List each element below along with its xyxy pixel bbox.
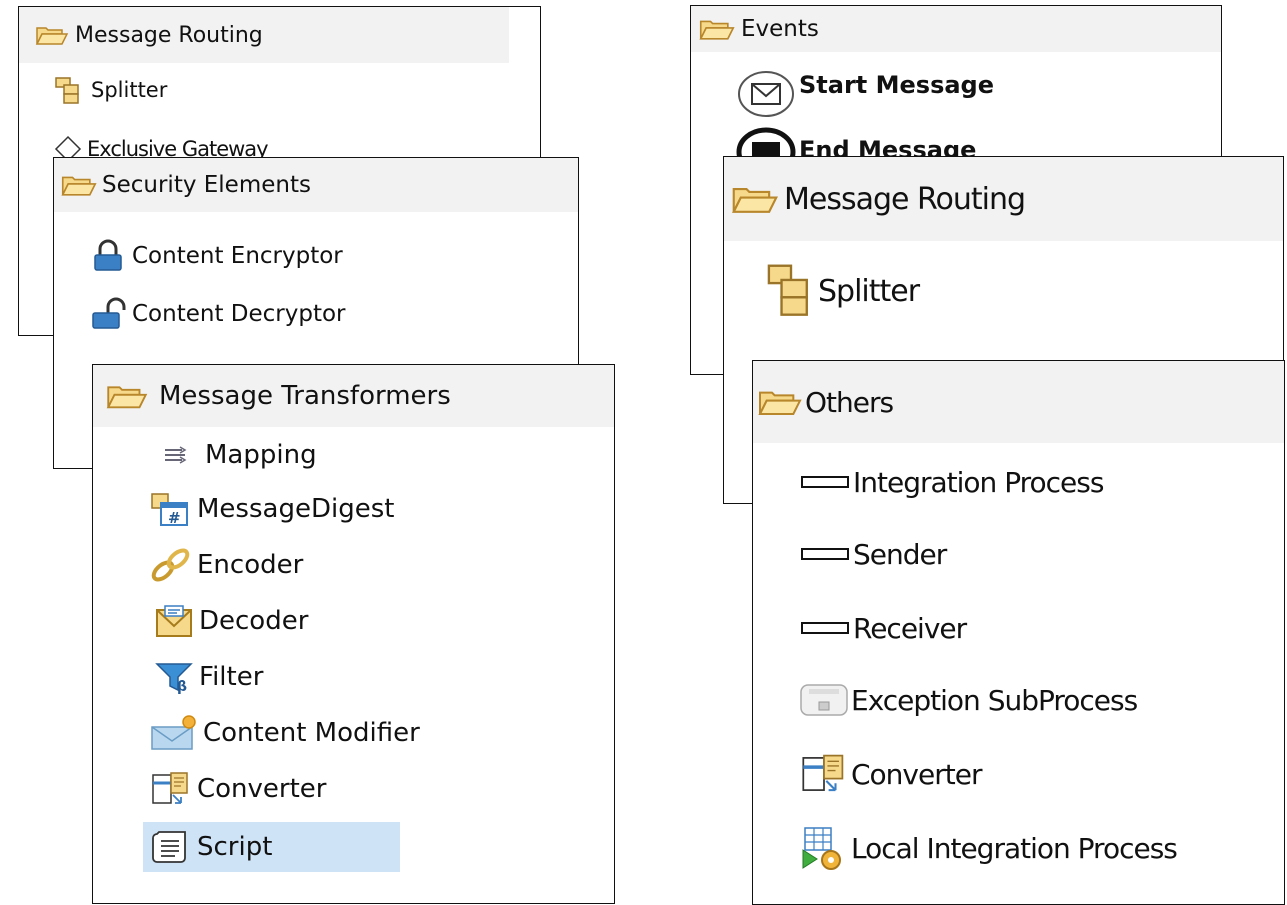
drawer-header-label: Security Elements xyxy=(102,172,311,198)
drawer-header-label: Message Routing xyxy=(75,22,263,48)
palette-item-content-decryptor[interactable]: Content Decryptor xyxy=(54,294,578,334)
drawer-header-label: Message Routing xyxy=(784,181,1026,217)
script-icon xyxy=(149,827,193,867)
palette-item-splitter[interactable]: Splitter xyxy=(724,261,1283,321)
palette-item-filter[interactable]: β Filter xyxy=(93,653,614,701)
start-message-icon xyxy=(735,64,797,120)
drawer-header-others[interactable]: Others xyxy=(753,361,1284,443)
folder-open-icon xyxy=(730,182,780,216)
palette-item-label: Receiver xyxy=(853,611,967,645)
palette-item-label: Local Integration Process xyxy=(851,831,1178,865)
drawer-header-label: Message Transformers xyxy=(159,381,451,411)
drawer-header-message-routing[interactable]: Message Routing xyxy=(19,7,509,63)
drawer-header-message-transformers[interactable]: Message Transformers xyxy=(93,365,614,427)
palette-item-label: Splitter xyxy=(818,273,920,309)
svg-text:β: β xyxy=(177,679,187,695)
drawer-header-events[interactable]: Events xyxy=(691,6,1221,52)
palette-item-start-message[interactable]: Start Message xyxy=(691,62,1221,122)
palette-item-content-encryptor[interactable]: Content Encryptor xyxy=(54,236,578,276)
palette-item-label: Converter xyxy=(851,757,982,791)
drawer-header-label: Others xyxy=(805,385,894,419)
palette-item-label: Decoder xyxy=(199,606,309,636)
palette-item-converter[interactable]: Converter xyxy=(93,765,614,813)
pool-icon xyxy=(799,544,851,564)
drawer-header-message-routing[interactable]: Message Routing xyxy=(724,157,1283,241)
exception-subprocess-icon xyxy=(797,680,851,720)
palette-item-label: Mapping xyxy=(205,440,317,470)
palette-item-label: MessageDigest xyxy=(197,494,395,524)
message-digest-icon: # xyxy=(149,490,193,528)
converter-icon xyxy=(797,751,851,797)
palette-item-decoder[interactable]: Decoder xyxy=(93,597,614,645)
splitter-icon xyxy=(764,261,818,321)
palette-item-local-integration-process[interactable]: Local Integration Process xyxy=(753,821,1284,875)
palette-item-sender[interactable]: Sender xyxy=(753,529,1284,579)
palette-item-mapping[interactable]: Mapping xyxy=(93,431,614,479)
mapping-icon xyxy=(155,444,195,466)
content-modifier-icon xyxy=(149,713,199,753)
palette-item-receiver[interactable]: Receiver xyxy=(753,603,1284,653)
drawer-header-label: Events xyxy=(741,16,819,42)
drawer-header-security-elements[interactable]: Security Elements xyxy=(54,158,578,212)
palette-item-script[interactable]: Script xyxy=(143,822,400,872)
palette-item-messagedigest[interactable]: # MessageDigest xyxy=(93,485,614,533)
palette-item-label: Filter xyxy=(199,662,264,692)
encoder-chain-icon xyxy=(149,546,193,584)
palette-item-label: Content Encryptor xyxy=(132,243,343,269)
lock-closed-icon xyxy=(90,239,126,273)
decoder-envelope-icon xyxy=(153,602,195,640)
palette-item-label: Content Modifier xyxy=(203,718,420,748)
folder-open-icon xyxy=(697,16,737,42)
palette-item-splitter[interactable]: Splitter xyxy=(19,69,540,111)
palette-item-label: Converter xyxy=(197,774,327,804)
palette-item-label: Script xyxy=(197,832,273,862)
palette-item-exception-subprocess[interactable]: Exception SubProcess xyxy=(753,675,1284,725)
palette-item-label: Splitter xyxy=(91,78,168,102)
palette-panel-message-transformers: Message Transformers Mapping # MessageDi… xyxy=(92,364,615,904)
palette-item-label: Content Decryptor xyxy=(132,301,346,327)
palette-item-label: Exception SubProcess xyxy=(851,683,1138,717)
splitter-icon xyxy=(53,75,87,105)
folder-open-icon xyxy=(35,23,69,47)
lock-open-icon xyxy=(90,297,126,331)
palette-item-content-modifier[interactable]: Content Modifier xyxy=(93,709,614,757)
palette-item-label: Start Message xyxy=(799,71,994,99)
folder-open-icon xyxy=(60,172,98,198)
local-integration-process-icon xyxy=(797,824,851,872)
palette-panel-others: Others Integration Process Sender Receiv… xyxy=(752,360,1285,905)
palette-item-encoder[interactable]: Encoder xyxy=(93,541,614,589)
svg-text:#: # xyxy=(168,509,181,527)
folder-open-icon xyxy=(103,381,151,411)
pool-icon xyxy=(799,472,851,492)
folder-open-icon xyxy=(757,386,803,418)
filter-funnel-icon: β xyxy=(153,658,195,696)
converter-icon xyxy=(149,769,193,809)
palette-item-converter[interactable]: Converter xyxy=(753,747,1284,801)
palette-item-integration-process[interactable]: Integration Process xyxy=(753,457,1284,507)
palette-item-label: Integration Process xyxy=(853,465,1104,499)
palette-item-label: Encoder xyxy=(197,550,304,580)
pool-icon xyxy=(799,618,851,638)
palette-item-label: Sender xyxy=(853,537,947,571)
